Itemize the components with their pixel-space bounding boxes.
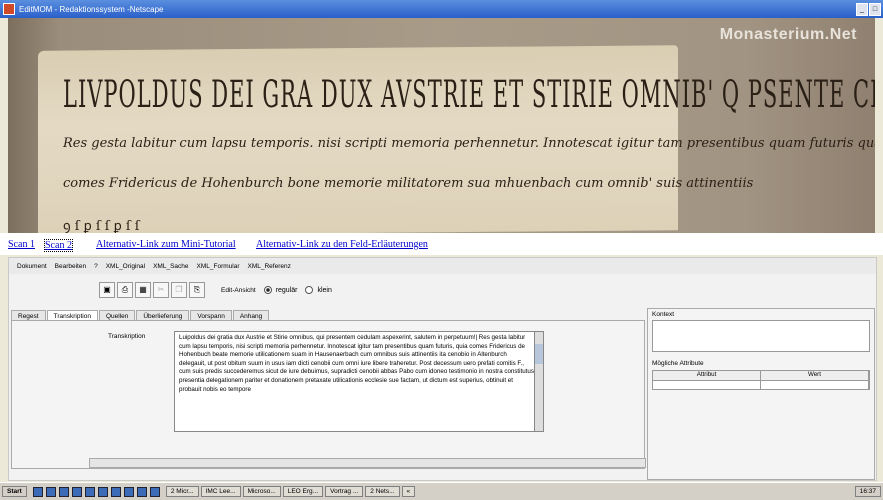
task-overflow[interactable]: « [401,486,416,497]
task-vortrag[interactable]: Vortrag ... [325,486,364,497]
menu-dokument[interactable]: Dokument [17,263,47,270]
task-leo[interactable]: LEO Erg... [282,486,324,497]
quicklaunch-icon[interactable] [71,486,82,497]
quicklaunch-icon[interactable] [58,486,69,497]
taskbar: Start 2 Micr... IMC Lee... Microso... LE… [0,482,883,500]
menu-help[interactable]: ? [94,263,98,270]
minimize-button[interactable]: _ [856,3,868,16]
paste-icon[interactable]: ⎘ [189,282,205,298]
scrollbar-thumb[interactable] [535,344,543,364]
quicklaunch-icon[interactable] [110,486,121,497]
regular-label: regulär [275,286,298,294]
view-icon[interactable]: ▦ [135,282,151,298]
scan2-link[interactable]: Scan 2 [44,239,73,252]
scan1-link[interactable]: Scan 1 [8,239,35,250]
maximize-button[interactable]: □ [869,3,881,16]
charter-line-4: ꝯ ſ ꝑ ſ ſ ꝑ ſ ſ [63,219,140,233]
quicklaunch-icon[interactable] [136,486,147,497]
quicklaunch-icon[interactable] [149,486,160,497]
context-box[interactable] [652,320,870,352]
charter-line-2: Res gesta labitur cum lapsu temporis. ni… [63,136,875,151]
window-title: EditMOM - Redaktionssystem -Netscape [19,4,164,14]
link-bar: Scan 1 Scan 2 Alternativ-Link zum Mini-T… [0,233,883,255]
col-attribute[interactable]: Attribut [653,371,761,380]
transcription-scrollbar[interactable] [534,331,544,432]
quicklaunch-icon[interactable] [84,486,95,497]
small-radio[interactable] [305,286,314,294]
charter-scan-image: LIVPOLDUS DEI GRA DUX AVSTRIE ET STIRIE … [8,18,875,233]
field-help-link[interactable]: Alternativ-Link zu den Feld-Erläuterunge… [256,239,428,250]
task-imc[interactable]: IMC Lee... [200,486,241,497]
menu-xml-sache[interactable]: XML_Sache [153,263,188,270]
editor-app: Dokument Bearbeiten ? XML_Original XML_S… [8,257,877,481]
menu-bar: Dokument Bearbeiten ? XML_Original XML_S… [9,258,876,274]
start-button[interactable]: Start [2,486,27,497]
print-icon[interactable]: ⎙ [117,282,133,298]
window-titlebar: EditMOM - Redaktionssystem -Netscape _ □ [0,0,883,18]
small-label: klein [317,286,332,294]
edit-view-label: Edit-Ansicht [221,286,256,294]
transcription-textarea[interactable]: Luipoldus dei gratia dux Austrie et Stir… [174,331,539,432]
cut-icon[interactable]: ✂ [153,282,169,298]
charter-line-1: LIVPOLDUS DEI GRA DUX AVSTRIE ET STIRIE … [63,73,875,117]
system-clock: 16:37 [854,486,881,497]
transcription-panel: Transkription Luipoldus dei gratia dux A… [11,320,645,469]
menu-xml-formular[interactable]: XML_Formular [197,263,240,270]
attributes-label: Mögliche Attribute [652,360,704,367]
charter-line-3: comes Fridericus de Hohenburch bone memo… [63,176,754,191]
menu-xml-original[interactable]: XML_Original [106,263,145,270]
quicklaunch-icon[interactable] [97,486,108,497]
regular-radio[interactable] [263,286,272,294]
quicklaunch-bar [32,486,160,497]
task-word[interactable]: 2 Micr... [165,486,199,497]
copy-icon[interactable]: ❐ [171,282,187,298]
brand-watermark: Monasterium.Net [719,26,857,43]
save-icon[interactable]: ▣ [99,282,115,298]
quicklaunch-icon[interactable] [123,486,134,497]
quicklaunch-icon[interactable] [32,486,43,497]
context-panel: Kontext Mögliche Attribute Attribut Wert [647,308,875,480]
context-label: Kontext [652,311,675,318]
menu-xml-referenz[interactable]: XML_Referenz [248,263,291,270]
netscape-icon [3,3,15,15]
transcription-label: Transkription [108,333,146,340]
table-row[interactable] [652,380,870,390]
task-netscape[interactable]: 2 Nets... [365,486,400,497]
task-microsoft[interactable]: Microso... [242,486,281,497]
horizontal-scrollbar[interactable] [89,458,646,468]
menu-bearbeiten[interactable]: Bearbeiten [55,263,86,270]
quicklaunch-icon[interactable] [45,486,56,497]
col-value[interactable]: Wert [761,371,869,380]
toolbar: ▣ ⎙ ▦ ✂ ❐ ⎘ Edit-Ansicht regulär klein [99,282,332,298]
tutorial-link[interactable]: Alternativ-Link zum Mini-Tutorial [96,239,236,250]
